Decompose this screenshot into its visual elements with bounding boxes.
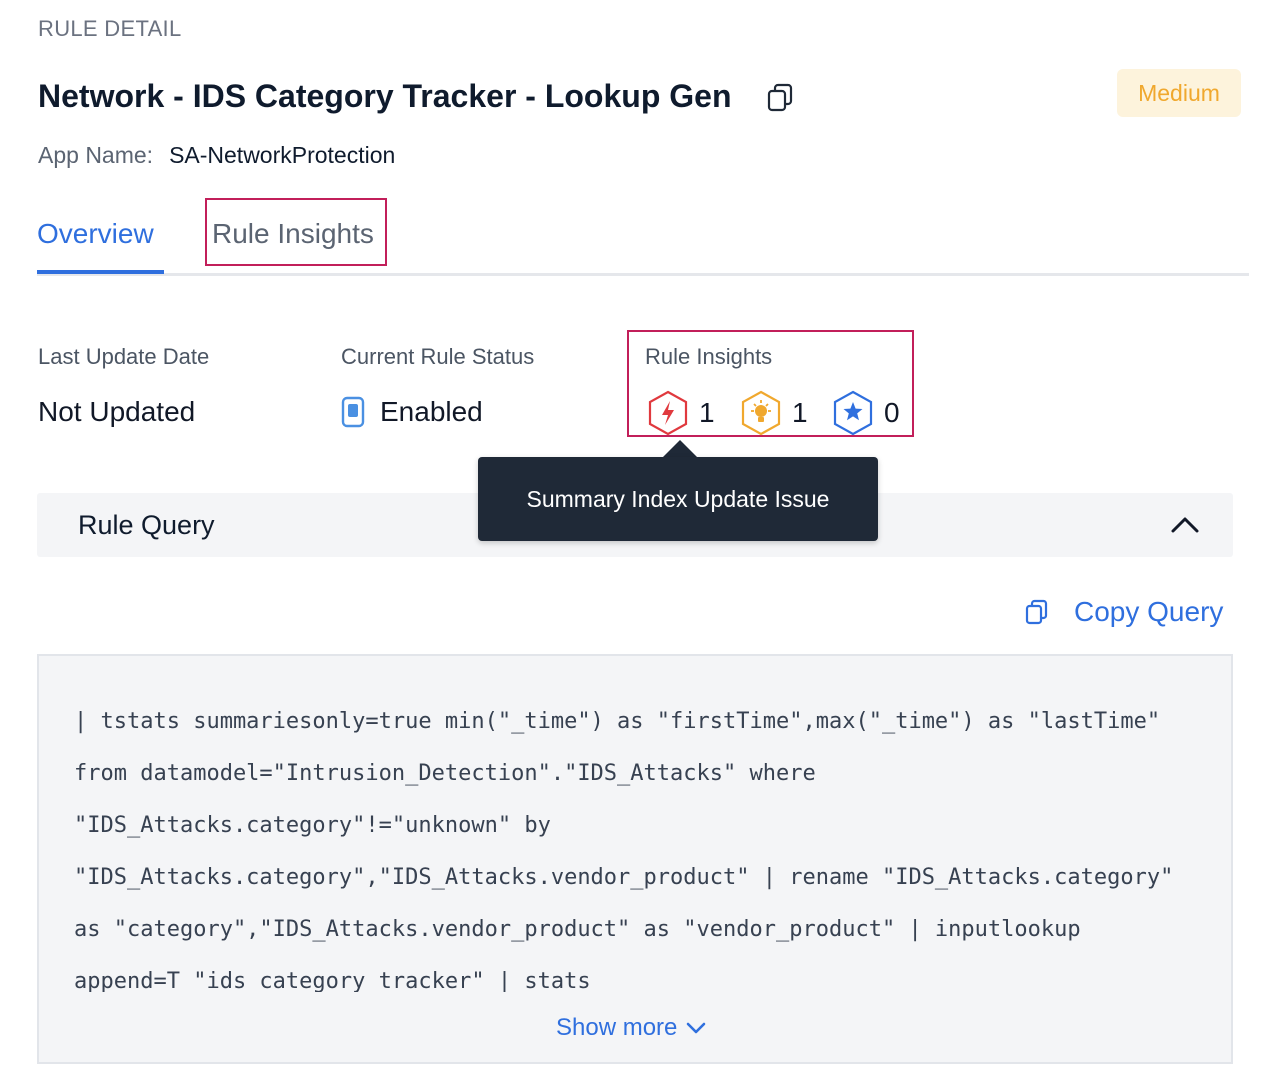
last-update-label: Last Update Date	[38, 344, 210, 369]
chevron-down-icon	[685, 1021, 707, 1035]
app-name-value: SA-NetworkProtection	[169, 142, 396, 168]
insight-best-practice[interactable]: 0	[832, 390, 900, 436]
app-name-row: App Name: SA-NetworkProtection	[38, 142, 395, 169]
lightbulb-hexagon-icon	[740, 390, 782, 436]
bolt-hexagon-icon	[647, 390, 689, 436]
tab-rule-insights[interactable]: Rule Insights	[212, 218, 374, 250]
insight-suggestion[interactable]: 1	[740, 390, 808, 436]
rule-insights-panel: Rule Insights 1 1 0	[627, 330, 914, 437]
query-code-text: | tstats summariesonly=true min("_time")…	[74, 709, 1174, 992]
last-update-value: Not Updated	[38, 396, 196, 427]
toggle-icon	[341, 396, 365, 428]
copy-query-button[interactable]: Copy Query	[1024, 596, 1223, 628]
insight-suggestion-count: 1	[792, 397, 808, 428]
severity-badge: Medium	[1117, 69, 1241, 117]
rule-status-value: Enabled	[380, 396, 483, 427]
chevron-up-icon[interactable]	[1169, 511, 1201, 539]
rule-query-title: Rule Query	[78, 510, 215, 540]
insight-issue-count: 1	[699, 397, 715, 428]
rule-status: Enabled	[341, 396, 483, 428]
show-more-button[interactable]: Show more	[556, 1014, 707, 1042]
active-tab-indicator	[37, 270, 164, 274]
insight-tooltip: Summary Index Update Issue	[478, 457, 878, 541]
star-hexagon-icon	[832, 390, 874, 436]
tab-overview[interactable]: Overview	[37, 218, 154, 250]
copy-icon	[1024, 598, 1050, 626]
copy-icon[interactable]	[765, 81, 797, 113]
rule-status-label: Current Rule Status	[341, 344, 535, 369]
tooltip-arrow	[662, 440, 698, 458]
rule-title: Network - IDS Category Tracker - Lookup …	[38, 78, 732, 114]
rule-title-row: Network - IDS Category Tracker - Lookup …	[38, 78, 797, 115]
rule-insights-label: Rule Insights	[645, 344, 773, 369]
insight-issue[interactable]: 1	[647, 390, 715, 436]
tab-bar: Overview Rule Insights	[37, 198, 1249, 276]
show-more-label: Show more	[556, 1014, 678, 1041]
copy-query-label: Copy Query	[1074, 596, 1224, 627]
query-code-block: | tstats summariesonly=true min("_time")…	[37, 654, 1233, 1064]
section-label: RULE DETAIL	[38, 16, 182, 41]
app-name-label: App Name:	[38, 142, 154, 168]
insight-best-practice-count: 0	[884, 397, 900, 428]
